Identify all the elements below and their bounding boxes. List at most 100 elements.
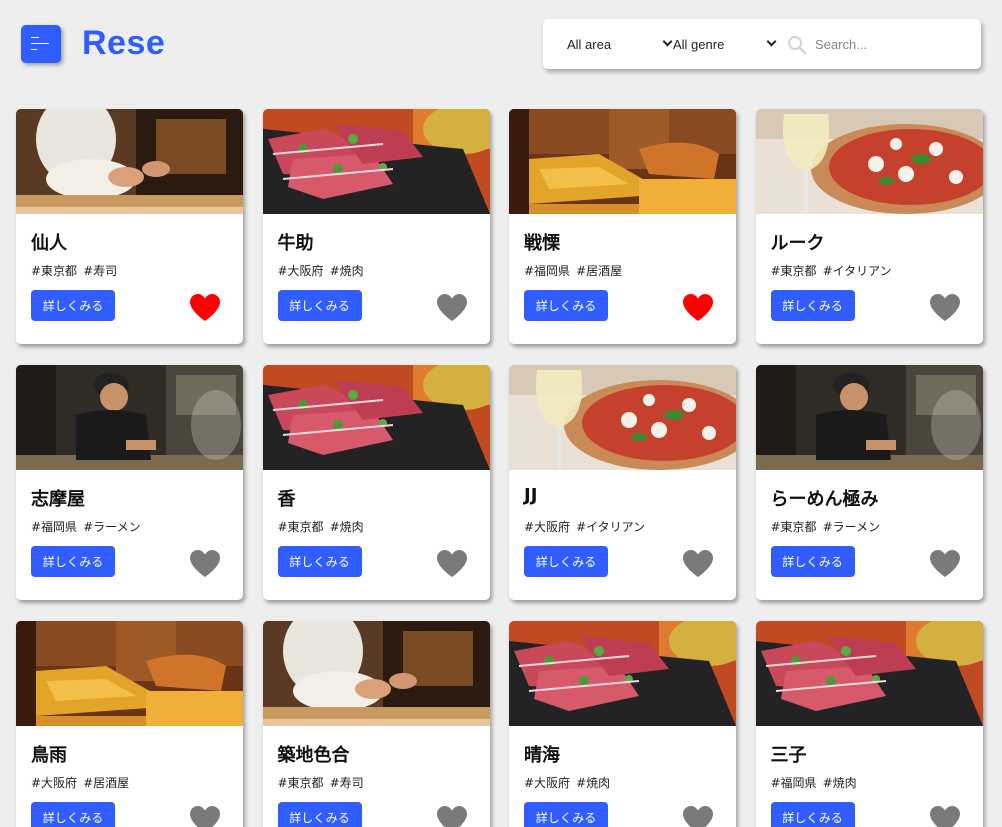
shop-name: 築地色合 xyxy=(277,745,350,766)
genre-tag: #焼肉 xyxy=(329,520,364,534)
shop-name: 仙人 xyxy=(31,233,67,254)
shop-image xyxy=(509,365,736,470)
area-select-value: All area xyxy=(567,36,612,52)
area-tag: #東京都 xyxy=(277,520,324,534)
area-tag: #大阪府 xyxy=(31,776,78,790)
genre-select-value: All genre xyxy=(673,36,725,52)
detail-button[interactable]: 詳しくみる xyxy=(31,290,115,321)
shop-tags: #大阪府 #居酒屋 xyxy=(31,774,135,791)
shop-image xyxy=(262,621,490,726)
shop-image xyxy=(16,109,243,214)
detail-button[interactable]: 詳しくみる xyxy=(524,546,608,577)
detail-button[interactable]: 詳しくみる xyxy=(770,802,855,827)
genre-tag: #焼肉 xyxy=(329,264,364,278)
shop-tags: #東京都 #寿司 xyxy=(278,774,370,791)
heart-filled-icon[interactable] xyxy=(681,292,715,322)
shop-image xyxy=(755,365,983,470)
area-select[interactable]: All area xyxy=(567,19,673,69)
shop-image xyxy=(262,109,490,214)
shop-card: 香 #東京都 #焼肉 詳しくみる xyxy=(262,365,490,600)
menu-line-icon xyxy=(31,37,39,38)
genre-tag: #寿司 xyxy=(83,264,118,278)
shop-card: 三子 #福岡県 #焼肉 詳しくみる xyxy=(755,621,983,827)
heart-icon[interactable] xyxy=(435,548,469,578)
shop-card: JJ #大阪府 #イタリアン 詳しくみる xyxy=(509,365,736,600)
genre-tag: #焼肉 xyxy=(822,776,857,790)
detail-button[interactable]: 詳しくみる xyxy=(770,546,855,577)
shop-name: 鳥雨 xyxy=(31,745,67,766)
area-tag: #大阪府 xyxy=(524,776,571,790)
search-input[interactable] xyxy=(815,31,965,57)
shop-tags: #東京都 #寿司 xyxy=(31,262,123,279)
shop-image xyxy=(509,109,736,214)
genre-select[interactable]: All genre xyxy=(673,19,777,69)
shop-card: 戦慄 #福岡県 #居酒屋 詳しくみる xyxy=(509,109,736,344)
area-tag: #東京都 xyxy=(770,520,817,534)
heart-icon[interactable] xyxy=(928,804,962,827)
shop-image xyxy=(16,365,243,470)
shop-card: らーめん極み #東京都 #ラーメン 詳しくみる xyxy=(755,365,983,600)
heart-icon[interactable] xyxy=(681,804,715,827)
genre-tag: #イタリアン xyxy=(576,520,646,534)
shop-tags: #大阪府 #イタリアン xyxy=(524,518,651,535)
area-tag: #福岡県 xyxy=(31,520,78,534)
genre-tag: #居酒屋 xyxy=(83,776,130,790)
shop-card: 志摩屋 #福岡県 #ラーメン 詳しくみる xyxy=(16,365,243,600)
shop-name: 晴海 xyxy=(524,745,560,766)
shop-image xyxy=(509,621,736,726)
shop-tags: #福岡県 #焼肉 xyxy=(771,774,863,791)
shop-image xyxy=(16,621,243,726)
heart-filled-icon[interactable] xyxy=(188,292,222,322)
app-logo[interactable]: Rese xyxy=(82,24,165,63)
search-icon xyxy=(788,36,807,55)
detail-button[interactable]: 詳しくみる xyxy=(770,290,855,321)
detail-button[interactable]: 詳しくみる xyxy=(277,290,362,321)
area-tag: #大阪府 xyxy=(524,520,571,534)
shop-name: 香 xyxy=(277,489,296,510)
shop-tags: #大阪府 #焼肉 xyxy=(524,774,616,791)
heart-icon[interactable] xyxy=(928,548,962,578)
shop-grid: 仙人 #東京都 #寿司 詳しくみる 牛助 #大阪府 #焼肉 詳しくみる 戦慄 #… xyxy=(16,109,983,827)
genre-tag: #イタリアン xyxy=(822,264,892,278)
shop-tags: #東京都 #焼肉 xyxy=(278,518,370,535)
shop-image xyxy=(262,365,490,470)
shop-image xyxy=(755,109,983,214)
shop-tags: #福岡県 #ラーメン xyxy=(31,518,147,535)
shop-tags: #東京都 #ラーメン xyxy=(771,518,887,535)
shop-name: らーめん極み xyxy=(770,489,879,510)
shop-card: 仙人 #東京都 #寿司 詳しくみる xyxy=(16,109,243,344)
area-tag: #東京都 xyxy=(31,264,78,278)
heart-icon[interactable] xyxy=(435,804,469,827)
heart-icon[interactable] xyxy=(435,292,469,322)
detail-button[interactable]: 詳しくみる xyxy=(277,546,362,577)
shop-name: ルーク xyxy=(770,233,825,254)
header: Rese All area All genre xyxy=(0,0,1002,90)
menu-line-icon xyxy=(31,43,49,44)
heart-icon[interactable] xyxy=(928,292,962,322)
shop-image xyxy=(755,621,983,726)
chevron-down-icon xyxy=(766,36,777,47)
detail-button[interactable]: 詳しくみる xyxy=(277,802,362,827)
genre-tag: #焼肉 xyxy=(576,776,611,790)
detail-button[interactable]: 詳しくみる xyxy=(31,546,115,577)
genre-tag: #寿司 xyxy=(329,776,364,790)
genre-tag: #ラーメン xyxy=(822,520,881,534)
heart-icon[interactable] xyxy=(681,548,715,578)
area-tag: #東京都 xyxy=(277,776,324,790)
shop-tags: #大阪府 #焼肉 xyxy=(278,262,370,279)
genre-tag: #ラーメン xyxy=(83,520,141,534)
shop-tags: #福岡県 #居酒屋 xyxy=(524,262,628,279)
area-tag: #福岡県 xyxy=(524,264,571,278)
shop-card: ルーク #東京都 #イタリアン 詳しくみる xyxy=(755,109,983,344)
detail-button[interactable]: 詳しくみる xyxy=(524,802,608,827)
detail-button[interactable]: 詳しくみる xyxy=(524,290,608,321)
detail-button[interactable]: 詳しくみる xyxy=(31,802,115,827)
shop-card: 鳥雨 #大阪府 #居酒屋 詳しくみる xyxy=(16,621,243,827)
shop-tags: #東京都 #イタリアン xyxy=(771,262,898,279)
heart-icon[interactable] xyxy=(188,548,222,578)
shop-name: JJ xyxy=(524,485,538,506)
heart-icon[interactable] xyxy=(188,804,222,827)
shop-card: 牛助 #大阪府 #焼肉 詳しくみる xyxy=(262,109,490,344)
menu-button[interactable] xyxy=(21,25,61,63)
shop-name: 戦慄 xyxy=(524,233,560,254)
